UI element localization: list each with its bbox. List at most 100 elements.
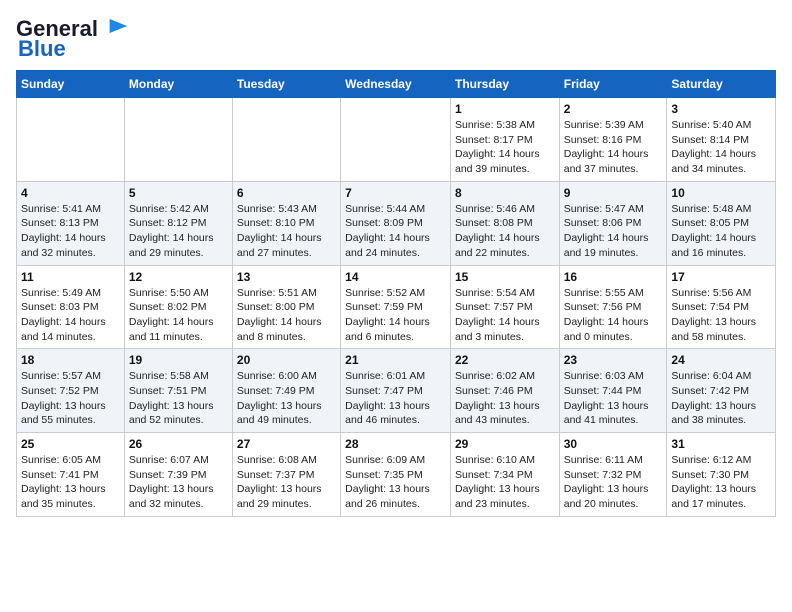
day-number: 26 (129, 437, 228, 451)
day-number: 14 (345, 270, 446, 284)
calendar-day-31: 31 Sunrise: 6:12 AM Sunset: 7:30 PM Dayli… (667, 433, 776, 517)
calendar-day-2: 2 Sunrise: 5:39 AM Sunset: 8:16 PM Daylig… (559, 98, 667, 182)
day-number: 6 (237, 186, 336, 200)
day-info: Sunrise: 6:02 AM Sunset: 7:46 PM Dayligh… (455, 369, 555, 428)
calendar-day-11: 11Sunrise: 5:49 AM Sunset: 8:03 PM Dayli… (17, 265, 125, 349)
day-number: 4 (21, 186, 120, 200)
day-info: Sunrise: 5:48 AM Sunset: 8:05 PM Dayligh… (671, 202, 771, 261)
day-number: 10 (671, 186, 771, 200)
day-number: 15 (455, 270, 555, 284)
calendar-empty-cell (17, 98, 125, 182)
calendar-day-23: 23 Sunrise: 6:03 AM Sunset: 7:44 PM Dayli… (559, 349, 667, 433)
day-number: 31 (671, 437, 771, 451)
day-number: 27 (237, 437, 336, 451)
day-info: Sunrise: 6:09 AM Sunset: 7:35 PM Dayligh… (345, 453, 446, 512)
day-info: Sunrise: 5:56 AM Sunset: 7:54 PM Dayligh… (671, 286, 771, 345)
calendar-day-25: 25Sunrise: 6:05 AM Sunset: 7:41 PM Dayli… (17, 433, 125, 517)
day-number: 1 (455, 102, 555, 116)
day-info: Sunrise: 5:47 AM Sunset: 8:06 PM Dayligh… (564, 202, 663, 261)
day-number: 3 (671, 102, 771, 116)
day-number: 2 (564, 102, 663, 116)
calendar-day-9: 9Sunrise: 5:47 AM Sunset: 8:06 PM Daylig… (559, 181, 667, 265)
calendar-day-24: 24Sunrise: 6:04 AM Sunset: 7:42 PM Dayli… (667, 349, 776, 433)
day-number: 30 (564, 437, 663, 451)
calendar-day-8: 8Sunrise: 5:46 AM Sunset: 8:08 PM Daylig… (450, 181, 559, 265)
day-info: Sunrise: 6:07 AM Sunset: 7:39 PM Dayligh… (129, 453, 228, 512)
day-info: Sunrise: 5:43 AM Sunset: 8:10 PM Dayligh… (237, 202, 336, 261)
calendar-week-row: 4 Sunrise: 5:41 AM Sunset: 8:13 PM Daylig… (17, 181, 776, 265)
logo: General Blue (16, 16, 128, 62)
day-number: 13 (237, 270, 336, 284)
calendar-empty-cell (341, 98, 451, 182)
weekday-header-sunday: Sunday (17, 71, 125, 98)
day-info: Sunrise: 6:00 AM Sunset: 7:49 PM Dayligh… (237, 369, 336, 428)
day-info: Sunrise: 5:41 AM Sunset: 8:13 PM Dayligh… (21, 202, 120, 261)
calendar-header-row: SundayMondayTuesdayWednesdayThursdayFrid… (17, 71, 776, 98)
calendar-day-28: 28Sunrise: 6:09 AM Sunset: 7:35 PM Dayli… (341, 433, 451, 517)
calendar-day-19: 19 Sunrise: 5:58 AM Sunset: 7:51 PM Dayli… (124, 349, 232, 433)
calendar-day-29: 29 Sunrise: 6:10 AM Sunset: 7:34 PM Dayli… (450, 433, 559, 517)
calendar-day-12: 12 Sunrise: 5:50 AM Sunset: 8:02 PM Dayli… (124, 265, 232, 349)
day-number: 11 (21, 270, 120, 284)
weekday-header-friday: Friday (559, 71, 667, 98)
calendar-day-26: 26 Sunrise: 6:07 AM Sunset: 7:39 PM Dayli… (124, 433, 232, 517)
logo-icon (100, 19, 128, 33)
weekday-header-thursday: Thursday (450, 71, 559, 98)
calendar-day-6: 6 Sunrise: 5:43 AM Sunset: 8:10 PM Daylig… (232, 181, 340, 265)
day-info: Sunrise: 6:12 AM Sunset: 7:30 PM Dayligh… (671, 453, 771, 512)
day-info: Sunrise: 5:57 AM Sunset: 7:52 PM Dayligh… (21, 369, 120, 428)
calendar-empty-cell (232, 98, 340, 182)
calendar-day-30: 30 Sunrise: 6:11 AM Sunset: 7:32 PM Dayli… (559, 433, 667, 517)
day-info: Sunrise: 6:05 AM Sunset: 7:41 PM Dayligh… (21, 453, 120, 512)
calendar-table: SundayMondayTuesdayWednesdayThursdayFrid… (16, 70, 776, 517)
logo-text-blue: Blue (18, 36, 66, 62)
calendar-day-7: 7 Sunrise: 5:44 AM Sunset: 8:09 PM Daylig… (341, 181, 451, 265)
day-info: Sunrise: 5:40 AM Sunset: 8:14 PM Dayligh… (671, 118, 771, 177)
day-info: Sunrise: 5:44 AM Sunset: 8:09 PM Dayligh… (345, 202, 446, 261)
calendar-day-3: 3 Sunrise: 5:40 AM Sunset: 8:14 PM Daylig… (667, 98, 776, 182)
day-info: Sunrise: 5:58 AM Sunset: 7:51 PM Dayligh… (129, 369, 228, 428)
weekday-header-tuesday: Tuesday (232, 71, 340, 98)
day-number: 23 (564, 353, 663, 367)
day-number: 7 (345, 186, 446, 200)
day-info: Sunrise: 6:01 AM Sunset: 7:47 PM Dayligh… (345, 369, 446, 428)
calendar-day-21: 21Sunrise: 6:01 AM Sunset: 7:47 PM Dayli… (341, 349, 451, 433)
day-number: 29 (455, 437, 555, 451)
weekday-header-wednesday: Wednesday (341, 71, 451, 98)
day-info: Sunrise: 5:46 AM Sunset: 8:08 PM Dayligh… (455, 202, 555, 261)
day-number: 17 (671, 270, 771, 284)
header: General Blue (16, 16, 776, 62)
day-number: 24 (671, 353, 771, 367)
day-info: Sunrise: 6:11 AM Sunset: 7:32 PM Dayligh… (564, 453, 663, 512)
calendar-day-17: 17 Sunrise: 5:56 AM Sunset: 7:54 PM Dayli… (667, 265, 776, 349)
day-info: Sunrise: 5:51 AM Sunset: 8:00 PM Dayligh… (237, 286, 336, 345)
day-info: Sunrise: 5:38 AM Sunset: 8:17 PM Dayligh… (455, 118, 555, 177)
calendar-week-row: 25Sunrise: 6:05 AM Sunset: 7:41 PM Dayli… (17, 433, 776, 517)
day-info: Sunrise: 5:42 AM Sunset: 8:12 PM Dayligh… (129, 202, 228, 261)
day-info: Sunrise: 6:10 AM Sunset: 7:34 PM Dayligh… (455, 453, 555, 512)
weekday-header-monday: Monday (124, 71, 232, 98)
calendar-day-22: 22 Sunrise: 6:02 AM Sunset: 7:46 PM Dayli… (450, 349, 559, 433)
day-number: 19 (129, 353, 228, 367)
calendar-day-13: 13 Sunrise: 5:51 AM Sunset: 8:00 PM Dayli… (232, 265, 340, 349)
day-info: Sunrise: 5:55 AM Sunset: 7:56 PM Dayligh… (564, 286, 663, 345)
calendar-day-1: 1 Sunrise: 5:38 AM Sunset: 8:17 PM Daylig… (450, 98, 559, 182)
day-info: Sunrise: 5:50 AM Sunset: 8:02 PM Dayligh… (129, 286, 228, 345)
day-number: 22 (455, 353, 555, 367)
weekday-header-saturday: Saturday (667, 71, 776, 98)
day-info: Sunrise: 6:03 AM Sunset: 7:44 PM Dayligh… (564, 369, 663, 428)
calendar-day-4: 4 Sunrise: 5:41 AM Sunset: 8:13 PM Daylig… (17, 181, 125, 265)
calendar-day-10: 10 Sunrise: 5:48 AM Sunset: 8:05 PM Dayli… (667, 181, 776, 265)
day-info: Sunrise: 5:39 AM Sunset: 8:16 PM Dayligh… (564, 118, 663, 177)
calendar-day-14: 14 Sunrise: 5:52 AM Sunset: 7:59 PM Dayli… (341, 265, 451, 349)
calendar-day-27: 27 Sunrise: 6:08 AM Sunset: 7:37 PM Dayli… (232, 433, 340, 517)
day-number: 5 (129, 186, 228, 200)
day-number: 12 (129, 270, 228, 284)
day-number: 16 (564, 270, 663, 284)
day-info: Sunrise: 5:54 AM Sunset: 7:57 PM Dayligh… (455, 286, 555, 345)
calendar-week-row: 11Sunrise: 5:49 AM Sunset: 8:03 PM Dayli… (17, 265, 776, 349)
day-info: Sunrise: 5:52 AM Sunset: 7:59 PM Dayligh… (345, 286, 446, 345)
day-info: Sunrise: 6:08 AM Sunset: 7:37 PM Dayligh… (237, 453, 336, 512)
calendar-day-18: 18Sunrise: 5:57 AM Sunset: 7:52 PM Dayli… (17, 349, 125, 433)
calendar-day-20: 20Sunrise: 6:00 AM Sunset: 7:49 PM Dayli… (232, 349, 340, 433)
